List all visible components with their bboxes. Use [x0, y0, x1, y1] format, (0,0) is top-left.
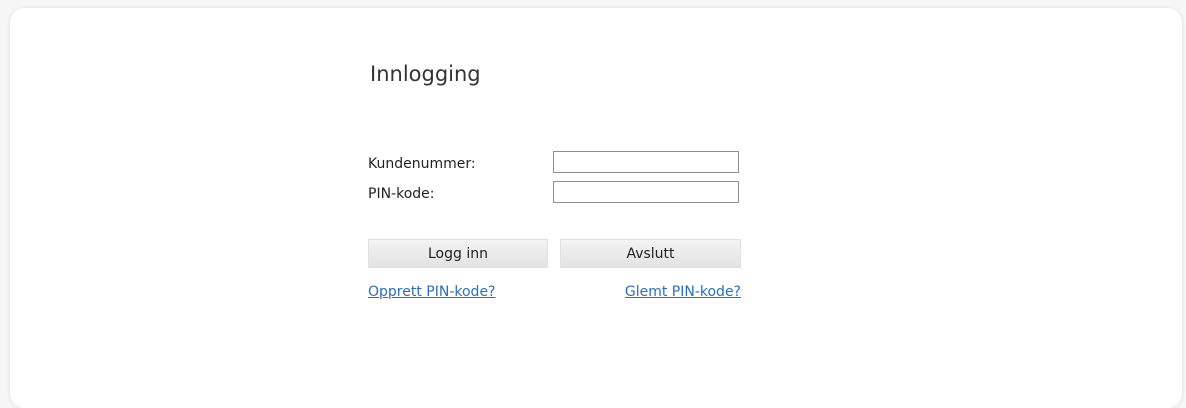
pin-input[interactable]	[553, 181, 739, 203]
forgot-pin-link[interactable]: Glemt PIN-kode?	[625, 284, 741, 300]
exit-button[interactable]: Avslutt	[560, 239, 741, 268]
customer-number-input[interactable]	[553, 151, 739, 173]
customer-number-label: Kundenummer:	[368, 156, 476, 172]
pin-label: PIN-kode:	[368, 186, 435, 202]
page-title: Innlogging	[370, 62, 481, 86]
create-pin-link[interactable]: Opprett PIN-kode?	[368, 284, 495, 300]
login-button[interactable]: Logg inn	[368, 239, 548, 268]
login-panel: Innlogging Kundenummer: PIN-kode: Logg i…	[10, 8, 1182, 408]
